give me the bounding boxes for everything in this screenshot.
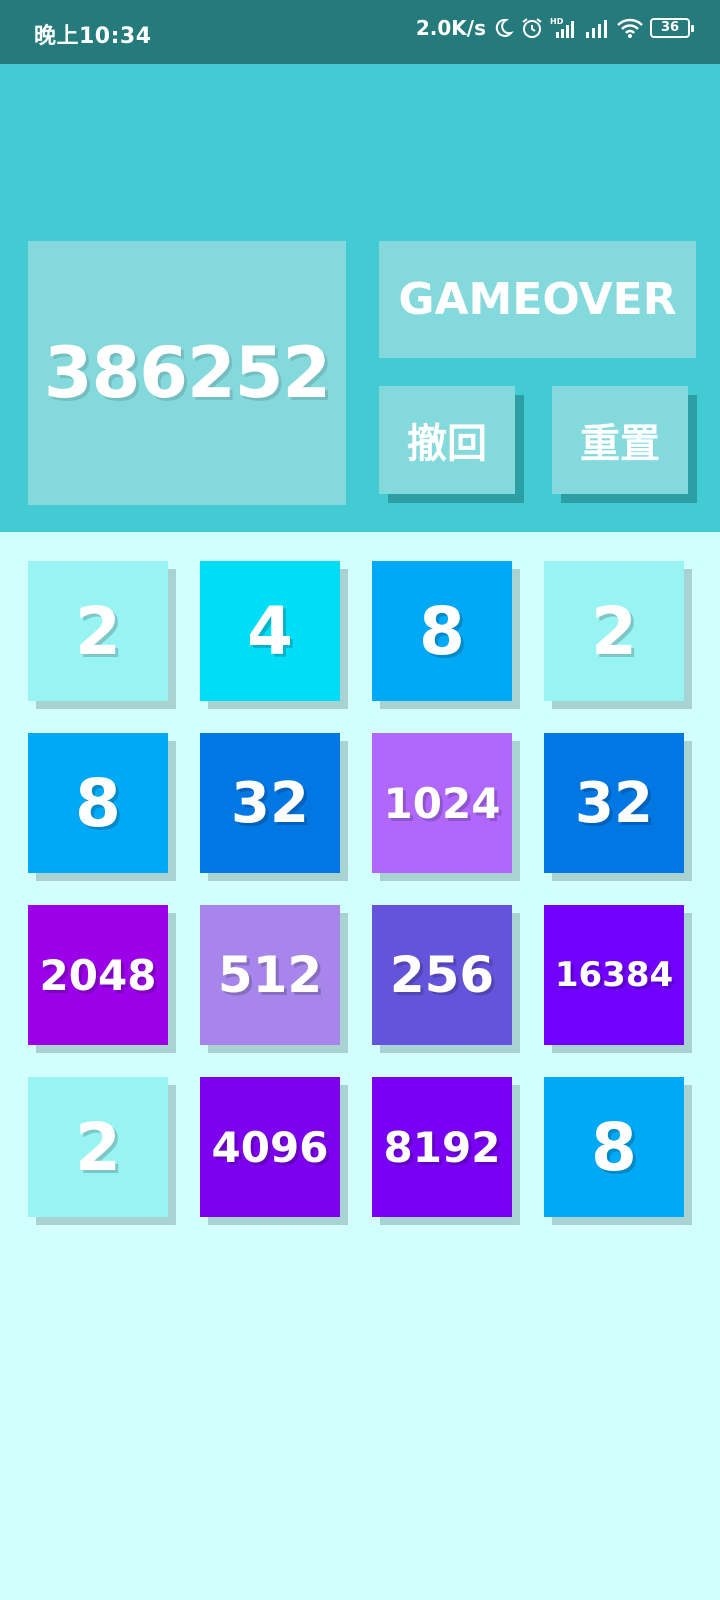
undo-button[interactable]: 撤回: [379, 386, 515, 494]
tile-value: 16384: [554, 955, 674, 995]
tile-value: 8: [419, 592, 465, 670]
tile: 16384: [544, 905, 684, 1045]
tile: 8: [372, 561, 512, 701]
tile: 2: [28, 1077, 168, 1217]
tile: 4: [200, 561, 340, 701]
alarm-icon: [520, 16, 544, 40]
tile: 8: [544, 1077, 684, 1217]
tile-value: 2: [591, 592, 637, 670]
tile: 32: [544, 733, 684, 873]
tile: 1024: [372, 733, 512, 873]
tile-value: 2: [75, 592, 121, 670]
game-board[interactable]: 2 4 8 2 8 32 1024 32 2048 512 256 16384 2 4096 8192 8: [28, 561, 696, 1221]
tile-value: 8192: [383, 1122, 501, 1172]
tile: 2048: [28, 905, 168, 1045]
tile-value: 512: [217, 946, 323, 1004]
tile: 4096: [200, 1077, 340, 1217]
tile: 8192: [372, 1077, 512, 1217]
tile-value: 32: [575, 770, 653, 836]
reset-button[interactable]: 重置: [552, 386, 688, 494]
tile: 2: [28, 561, 168, 701]
tile-value: 256: [389, 946, 495, 1004]
tile: 32: [200, 733, 340, 873]
tile-value: 2: [75, 1108, 121, 1186]
tile-value: 8: [591, 1108, 637, 1186]
score-panel: 386252: [28, 241, 346, 505]
tile-value: 2048: [39, 950, 157, 1000]
signal-icon: [584, 17, 610, 39]
network-speed: 2.0K/s: [415, 16, 486, 40]
reset-button-wrap: 重置: [552, 386, 697, 503]
status-bar: 晚上10:34 2.0K/s HD 36: [0, 0, 720, 64]
score-value: 386252: [43, 332, 331, 414]
battery-icon: 36: [650, 18, 694, 38]
tile-value: 8: [75, 764, 121, 842]
wifi-icon: [616, 17, 644, 39]
tile: 2: [544, 561, 684, 701]
svg-text:HD: HD: [550, 17, 564, 26]
game-status-panel: GAMEOVER: [379, 241, 696, 358]
tile-value: 4096: [211, 1122, 329, 1172]
status-time: 晚上10:34: [34, 24, 152, 49]
tile: 512: [200, 905, 340, 1045]
game-status-text: GAMEOVER: [398, 274, 677, 325]
status-icons: 2.0K/s HD 36: [415, 16, 694, 40]
tile: 8: [28, 733, 168, 873]
undo-button-wrap: 撤回: [379, 386, 524, 503]
moon-icon: [492, 17, 514, 39]
hd-signal-icon: HD: [550, 16, 578, 40]
tile: 256: [372, 905, 512, 1045]
tile-value: 1024: [383, 778, 501, 828]
tile-value: 32: [231, 770, 309, 836]
game-header: 386252 GAMEOVER 撤回 重置: [0, 64, 720, 532]
tile-value: 4: [247, 592, 293, 670]
